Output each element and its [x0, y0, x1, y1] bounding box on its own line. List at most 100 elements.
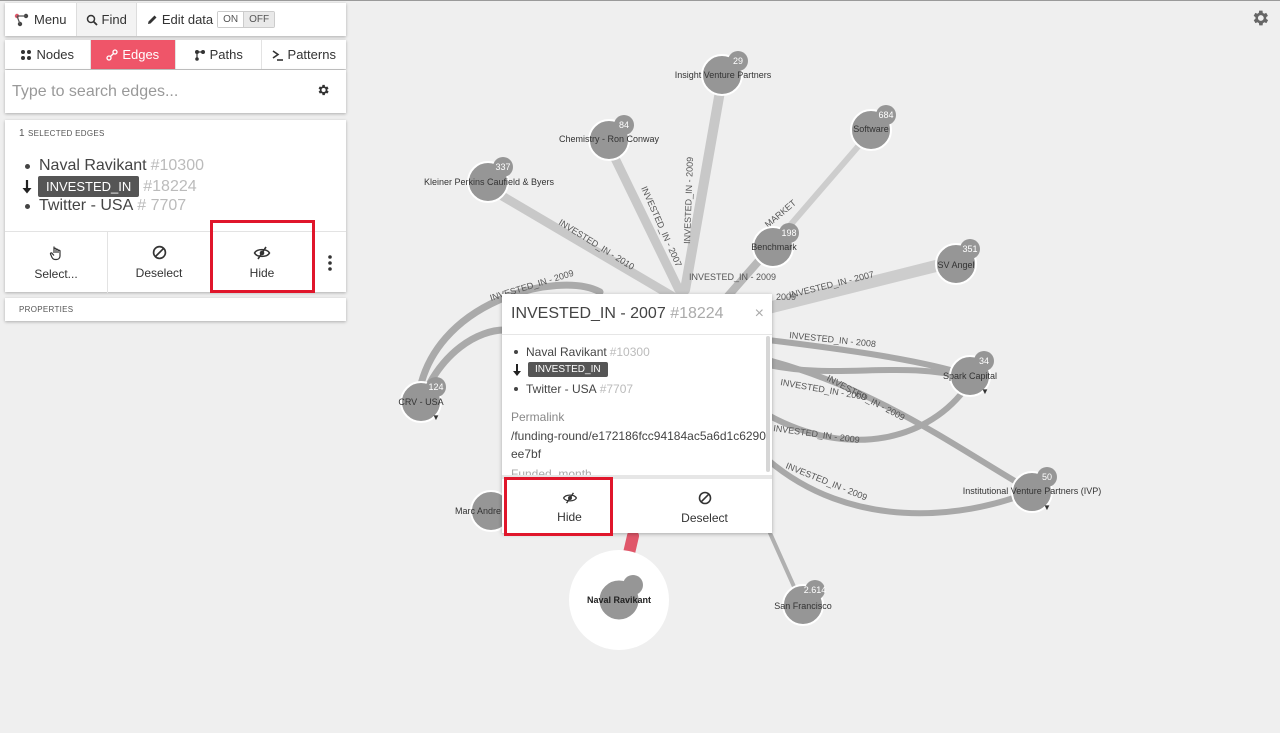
- find-button[interactable]: Find: [75, 3, 137, 36]
- bullet: [25, 163, 30, 169]
- edit-data-toggle[interactable]: ON OFF: [217, 11, 276, 28]
- find-label: Find: [101, 12, 127, 27]
- settings-gear-icon[interactable]: [1250, 8, 1270, 28]
- edge-label: INVESTED_IN - 2009: [825, 373, 907, 423]
- popup-source-node[interactable]: Naval Ravikant #10300: [514, 345, 650, 359]
- popup-target-node[interactable]: Twitter - USA #7707: [514, 382, 633, 396]
- node-count: 684: [878, 110, 893, 120]
- node-chemistry[interactable]: 84 Chemistry - Ron Conway: [559, 115, 660, 161]
- menu-button[interactable]: Menu: [5, 3, 76, 36]
- highlight-box: [210, 220, 315, 293]
- popup-deselect-button[interactable]: Deselect: [637, 479, 772, 537]
- properties-panel[interactable]: PROPERTIES: [5, 298, 346, 321]
- more-options-button[interactable]: [314, 232, 346, 293]
- node-label: Institutional Venture Partners (IVP): [963, 486, 1102, 496]
- node-software[interactable]: 684 Software: [850, 105, 896, 151]
- popup-deselect-label: Deselect: [681, 511, 728, 525]
- edge-label: 2009: [776, 292, 796, 302]
- node-benchmark[interactable]: 198 Benchmark: [751, 223, 799, 268]
- tab-nodes-label: Nodes: [36, 47, 75, 62]
- pin-icon: ▼: [1043, 503, 1051, 512]
- node-svangel[interactable]: 351 SV Angel: [935, 239, 980, 285]
- deselect-button[interactable]: Deselect: [108, 232, 211, 293]
- deselect-label: Deselect: [135, 266, 183, 280]
- toggle-off[interactable]: OFF: [244, 12, 275, 27]
- node-sanfrancisco[interactable]: 2.614 San Francisco: [774, 580, 832, 626]
- node-insight[interactable]: 29 Insight Venture Partners: [675, 51, 772, 96]
- nodes-icon: [21, 49, 32, 60]
- divider: [502, 334, 772, 335]
- edit-data-button[interactable]: Edit data ON OFF: [137, 3, 284, 36]
- toolbar: Menu Find Edit data ON OFF: [5, 3, 346, 36]
- popup-title-text: INVESTED_IN - 2007: [511, 305, 666, 322]
- close-icon[interactable]: ×: [755, 305, 764, 323]
- node-label: Spark Capital: [943, 371, 997, 381]
- node-count: 2.614: [804, 585, 827, 595]
- property-value-permalink: /funding-round/e172186fcc94184ac5a6d1c62…: [511, 429, 766, 461]
- node-label: Naval Ravikant: [587, 595, 651, 605]
- node-count: 34: [979, 356, 989, 366]
- source-id: #10300: [150, 157, 204, 174]
- node-count: 337: [495, 162, 510, 172]
- selected-target-node[interactable]: Twitter - USA # 7707: [25, 197, 186, 215]
- edge-type-badge: INVESTED_IN: [38, 176, 140, 197]
- path-icon: [194, 49, 205, 61]
- graph-logo-icon: [14, 13, 29, 26]
- node-label: Benchmark: [751, 242, 797, 252]
- selected-edges-title: 1 SELECTED EDGES: [19, 128, 105, 139]
- bullet: [514, 350, 518, 354]
- edge-kleiner: [487, 185, 677, 301]
- popup-title: INVESTED_IN - 2007 #18224: [511, 305, 724, 323]
- selected-edge[interactable]: INVESTED_IN #18224: [21, 176, 197, 197]
- popup-edge-type-badge: INVESTED_IN: [528, 362, 608, 377]
- tab-paths-label: Paths: [209, 47, 243, 62]
- ban-icon: [698, 491, 711, 505]
- source-label: Naval Ravikant: [39, 157, 147, 174]
- more-vertical-icon: [328, 254, 332, 271]
- selected-count: 1: [19, 128, 25, 139]
- search-icon: [86, 14, 98, 26]
- node-label: Software: [853, 124, 889, 134]
- ban-icon: [152, 245, 166, 260]
- edge-id: #18224: [143, 177, 197, 195]
- highlight-box: [504, 477, 613, 536]
- node-count: 84: [619, 120, 629, 130]
- select-button[interactable]: Select...: [5, 232, 108, 293]
- popup-edge: INVESTED_IN: [512, 362, 608, 377]
- selected-edges-label: SELECTED EDGES: [27, 129, 105, 138]
- node-label: Chemistry - Ron Conway: [559, 134, 660, 144]
- property-label-permalink: Permalink: [511, 410, 565, 424]
- bullet: [514, 387, 518, 391]
- popup-scrollbar[interactable]: [766, 336, 770, 472]
- pencil-icon: [147, 15, 157, 24]
- pin-icon: ▼: [981, 387, 989, 396]
- node-spark[interactable]: 34 Spark Capital ▼: [943, 351, 997, 397]
- node-crv[interactable]: 124 CRV - USA ▼: [398, 377, 446, 423]
- edit-data-label: Edit data: [161, 12, 214, 27]
- popup-edge-id: #18224: [670, 305, 724, 322]
- tab-edges[interactable]: Edges: [90, 40, 176, 69]
- select-label: Select...: [34, 266, 78, 281]
- tab-edges-label: Edges: [122, 47, 160, 62]
- node-count: 29: [733, 56, 743, 66]
- toggle-on[interactable]: ON: [218, 12, 245, 27]
- gear-icon[interactable]: [316, 83, 330, 97]
- selected-source-node[interactable]: Naval Ravikant #10300: [25, 157, 204, 175]
- target-id: # 7707: [137, 197, 187, 214]
- target-label: Twitter - USA: [39, 197, 134, 214]
- menu-label: Menu: [34, 12, 67, 27]
- search-input[interactable]: [10, 81, 304, 102]
- search-bar: [5, 70, 346, 113]
- edge-label: INVESTED_IN - 2009: [689, 272, 776, 282]
- node-count: 198: [781, 228, 796, 238]
- node-label: San Francisco: [774, 601, 832, 611]
- edge-icon: [106, 48, 118, 61]
- bullet: [25, 203, 30, 209]
- tab-paths[interactable]: Paths: [176, 40, 262, 69]
- node-label: CRV - USA: [398, 397, 443, 407]
- tab-nodes[interactable]: Nodes: [5, 40, 91, 69]
- node-kleiner[interactable]: 337 Kleiner Perkins Caufield & Byers: [424, 157, 555, 203]
- node-label: Marc Andre: [455, 506, 501, 516]
- tab-patterns[interactable]: Patterns: [262, 40, 347, 69]
- popup-source-label: Naval Ravikant: [526, 345, 607, 359]
